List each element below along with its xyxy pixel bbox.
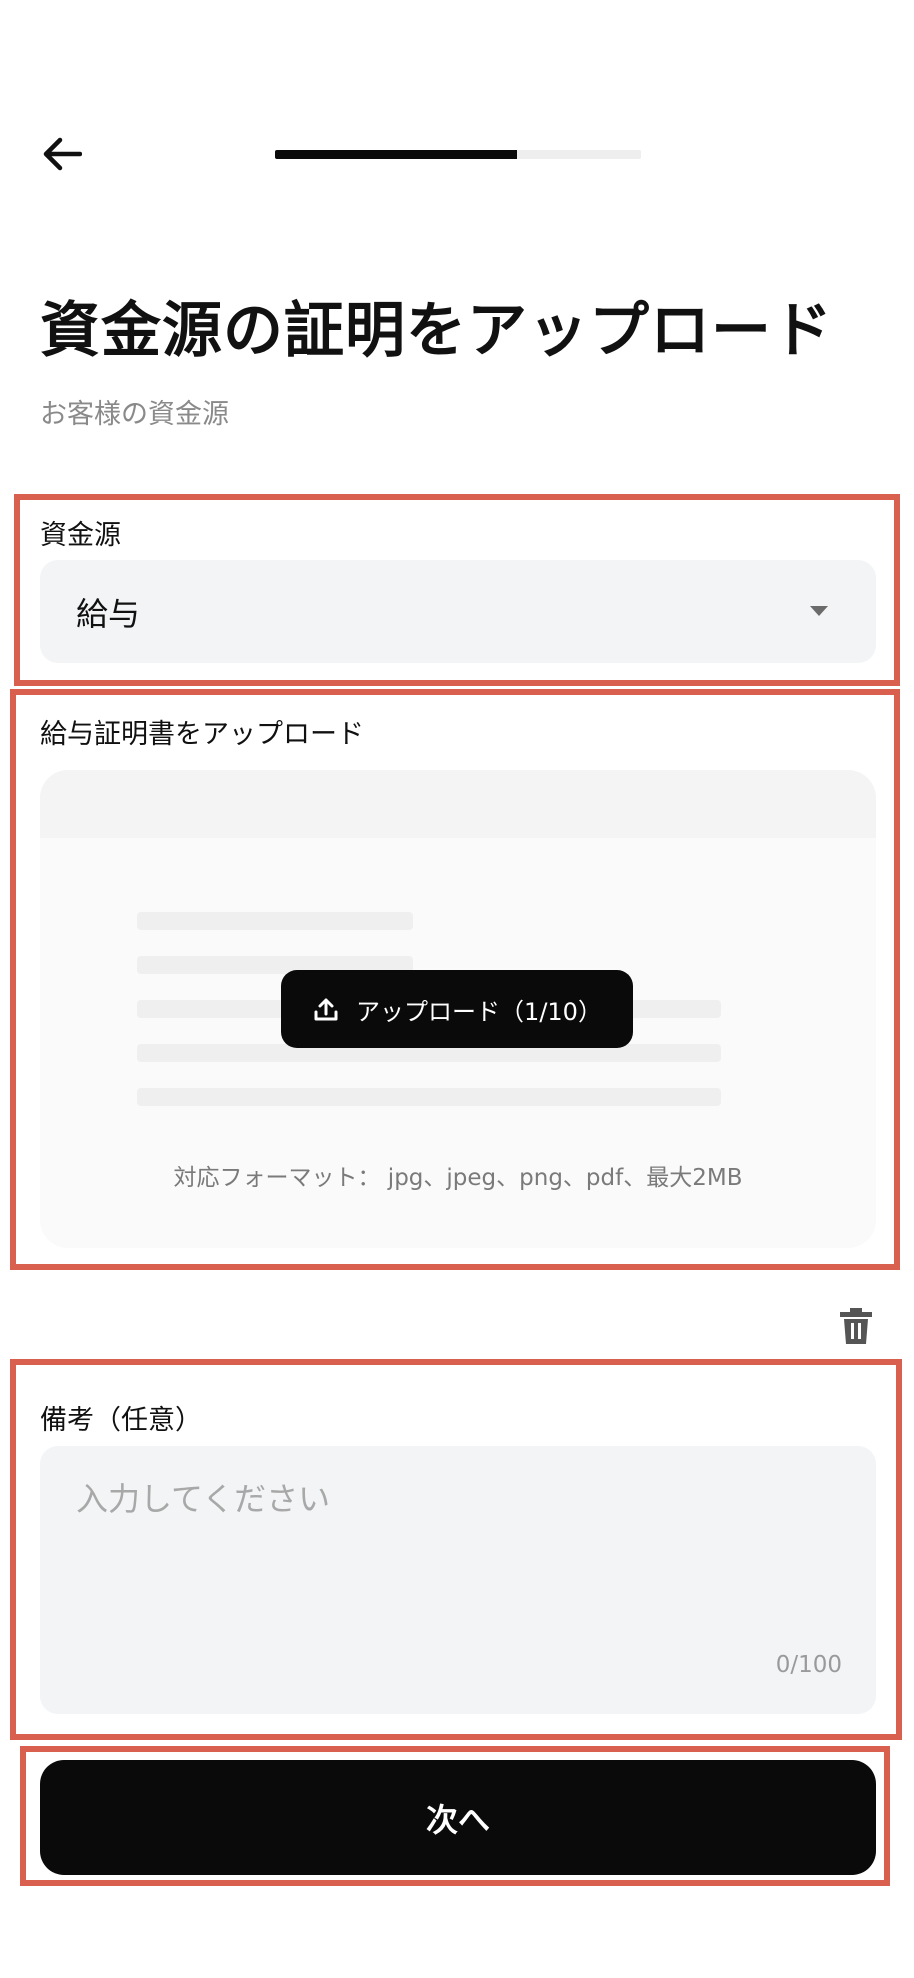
upload-label: 給与証明書をアップロード — [40, 719, 364, 750]
preview-placeholder-line — [137, 1088, 721, 1106]
upload-dropzone[interactable]: アップロード（1/10） 対応フォーマット： jpg、jpeg、png、pdf、… — [40, 770, 876, 1248]
arrow-left-icon — [43, 137, 82, 171]
step-progress-fill — [275, 150, 517, 159]
preview-placeholder-line — [137, 912, 413, 930]
chevron-down-icon — [810, 606, 828, 616]
page-subtitle: お客様の資金源 — [40, 399, 229, 430]
page-title: 資金源の証明をアップロード — [40, 296, 833, 366]
fund-source-select[interactable]: 給与 — [40, 560, 876, 663]
fund-source-value: 給与 — [76, 594, 141, 633]
delete-button[interactable] — [838, 1306, 874, 1346]
remarks-char-counter: 0/100 — [775, 1652, 842, 1678]
supported-formats-note: 対応フォーマット： jpg、jpeg、png、pdf、最大2MB — [173, 1165, 743, 1191]
trash-icon — [840, 1308, 872, 1344]
upload-button-label: アップロード（1/10） — [356, 997, 602, 1026]
remarks-label: 備考（任意） — [40, 1405, 202, 1436]
upload-button[interactable]: アップロード（1/10） — [281, 970, 633, 1048]
upload-icon — [314, 998, 338, 1021]
upload-preview-header — [40, 770, 876, 838]
step-progress-bar — [275, 150, 641, 159]
remarks-input[interactable] — [40, 1446, 876, 1714]
fund-source-label: 資金源 — [40, 520, 121, 551]
upload-fund-proof-page: 資金源の証明をアップロード お客様の資金源 資金源 給与 給与証明書をアップロー… — [0, 0, 914, 1978]
back-button[interactable] — [38, 130, 86, 178]
next-button[interactable]: 次へ — [40, 1760, 876, 1875]
